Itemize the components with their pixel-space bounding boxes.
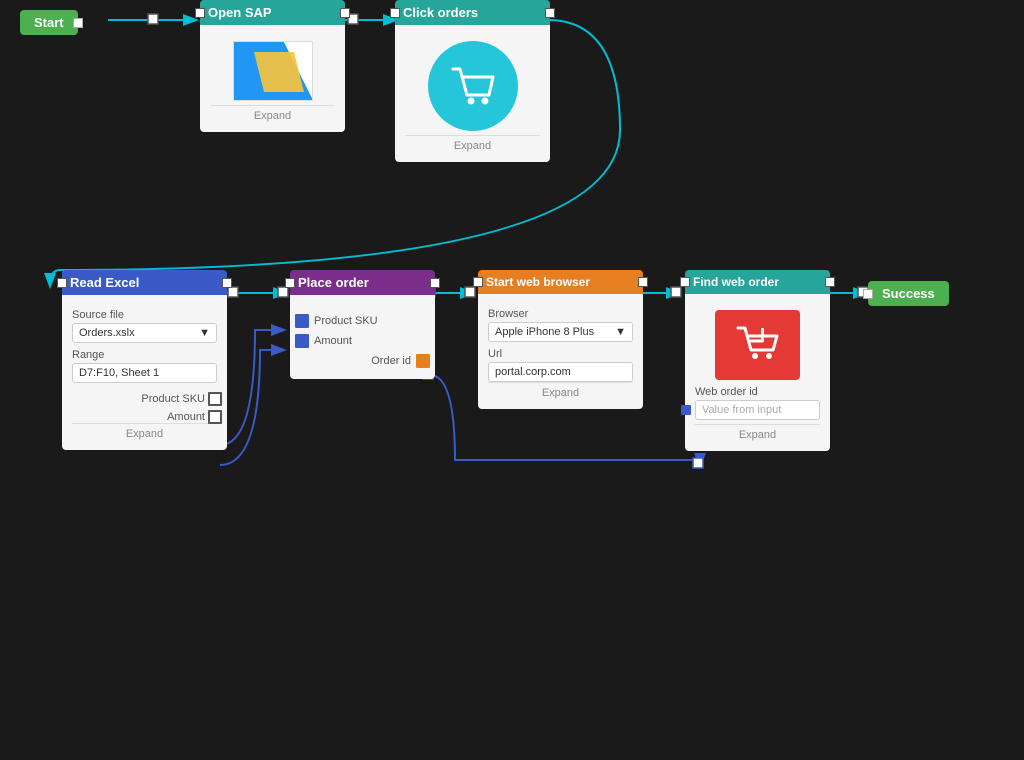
browser-input[interactable]: Apple iPhone 8 Plus ▼ (488, 322, 633, 342)
web-order-id-port (681, 405, 691, 415)
open-sap-output-port (340, 8, 350, 18)
order-id-label: Order id (371, 355, 411, 367)
click-orders-body: Expand (395, 25, 550, 162)
url-label: Url (488, 348, 633, 360)
web-order-id-label: Web order id (695, 386, 820, 398)
read-excel-body: Source file Orders.xslx ▼ Range D7:F10, … (62, 295, 227, 450)
source-file-label: Source file (72, 309, 217, 321)
click-orders-header: Click orders (395, 0, 550, 25)
range-value: D7:F10, Sheet 1 (79, 367, 159, 379)
place-order-amount: Amount (314, 335, 352, 347)
start-web-browser-header: Start web browser (478, 270, 643, 294)
find-web-order-expand[interactable]: Expand (695, 424, 820, 443)
success-node: Success (868, 281, 949, 306)
url-input[interactable]: portal.corp.com (488, 362, 633, 382)
read-excel-node: Read Excel Source file Orders.xslx ▼ Ran… (62, 270, 227, 450)
find-web-order-output-port (825, 277, 835, 287)
place-order-label: Place order (298, 275, 369, 290)
start-web-browser-body: Browser Apple iPhone 8 Plus ▼ Url portal… (478, 294, 643, 409)
product-sku-output-port: Product SKU (72, 393, 217, 405)
start-output-port (73, 18, 83, 28)
start-label: Start (34, 15, 64, 30)
read-excel-expand[interactable]: Expand (72, 423, 217, 442)
amount-input-port: Amount (300, 335, 425, 347)
order-id-output-port: Order id (300, 355, 425, 367)
url-value: portal.corp.com (495, 366, 571, 378)
start-node: Start (20, 10, 78, 35)
open-sap-label: Open SAP (208, 5, 272, 20)
find-web-order-input-port (680, 277, 690, 287)
place-order-product-sku: Product SKU (314, 315, 378, 327)
click-orders-input-port (390, 8, 400, 18)
product-sku-input-port: Product SKU (300, 315, 425, 327)
find-web-order-label: Find web order (693, 275, 779, 289)
browser-label: Browser (488, 308, 633, 320)
range-label: Range (72, 349, 217, 361)
find-web-order-body: Web order id Value from input Expand (685, 294, 830, 451)
source-file-input[interactable]: Orders.xslx ▼ (72, 323, 217, 343)
dropdown-icon: ▼ (199, 327, 210, 339)
amount-label: Amount (167, 411, 205, 423)
start-web-browser-input-port (473, 277, 483, 287)
place-order-body: Product SKU Amount Order id (290, 295, 435, 379)
open-sap-node: Open SAP Expand (200, 0, 345, 132)
amount-output-port: Amount (72, 411, 217, 423)
product-sku-label: Product SKU (141, 393, 205, 405)
click-orders-expand[interactable]: Expand (405, 135, 540, 154)
success-input-port (863, 289, 873, 299)
read-excel-input-port (57, 278, 67, 288)
click-orders-node: Click orders Expand (395, 0, 550, 162)
open-sap-expand[interactable]: Expand (210, 105, 335, 124)
web-order-id-placeholder: Value from input (702, 404, 781, 416)
start-web-browser-label: Start web browser (486, 275, 590, 289)
place-order-header: Place order (290, 270, 435, 295)
start-web-browser-expand[interactable]: Expand (488, 382, 633, 401)
success-label: Success (882, 286, 935, 301)
read-excel-label: Read Excel (70, 275, 139, 290)
start-web-browser-node: Start web browser Browser Apple iPhone 8… (478, 270, 643, 409)
start-web-browser-output-port (638, 277, 648, 287)
web-order-id-input[interactable]: Value from input (695, 400, 820, 420)
place-order-input-port (285, 278, 295, 288)
find-web-order-node: Find web order Web order id Value f (685, 270, 830, 451)
read-excel-output-port (222, 278, 232, 288)
open-sap-input-port (195, 8, 205, 18)
find-web-order-header: Find web order (685, 270, 830, 294)
place-order-node: Place order Product SKU Amount Order id (290, 270, 435, 379)
click-orders-label: Click orders (403, 5, 478, 20)
source-file-value: Orders.xslx (79, 327, 135, 339)
click-orders-output-port (545, 8, 555, 18)
range-input[interactable]: D7:F10, Sheet 1 (72, 363, 217, 383)
open-sap-header: Open SAP (200, 0, 345, 25)
read-excel-header: Read Excel (62, 270, 227, 295)
browser-dropdown-icon: ▼ (615, 326, 626, 338)
open-sap-body: Expand (200, 25, 345, 132)
place-order-output-port (430, 278, 440, 288)
browser-value: Apple iPhone 8 Plus (495, 326, 594, 338)
